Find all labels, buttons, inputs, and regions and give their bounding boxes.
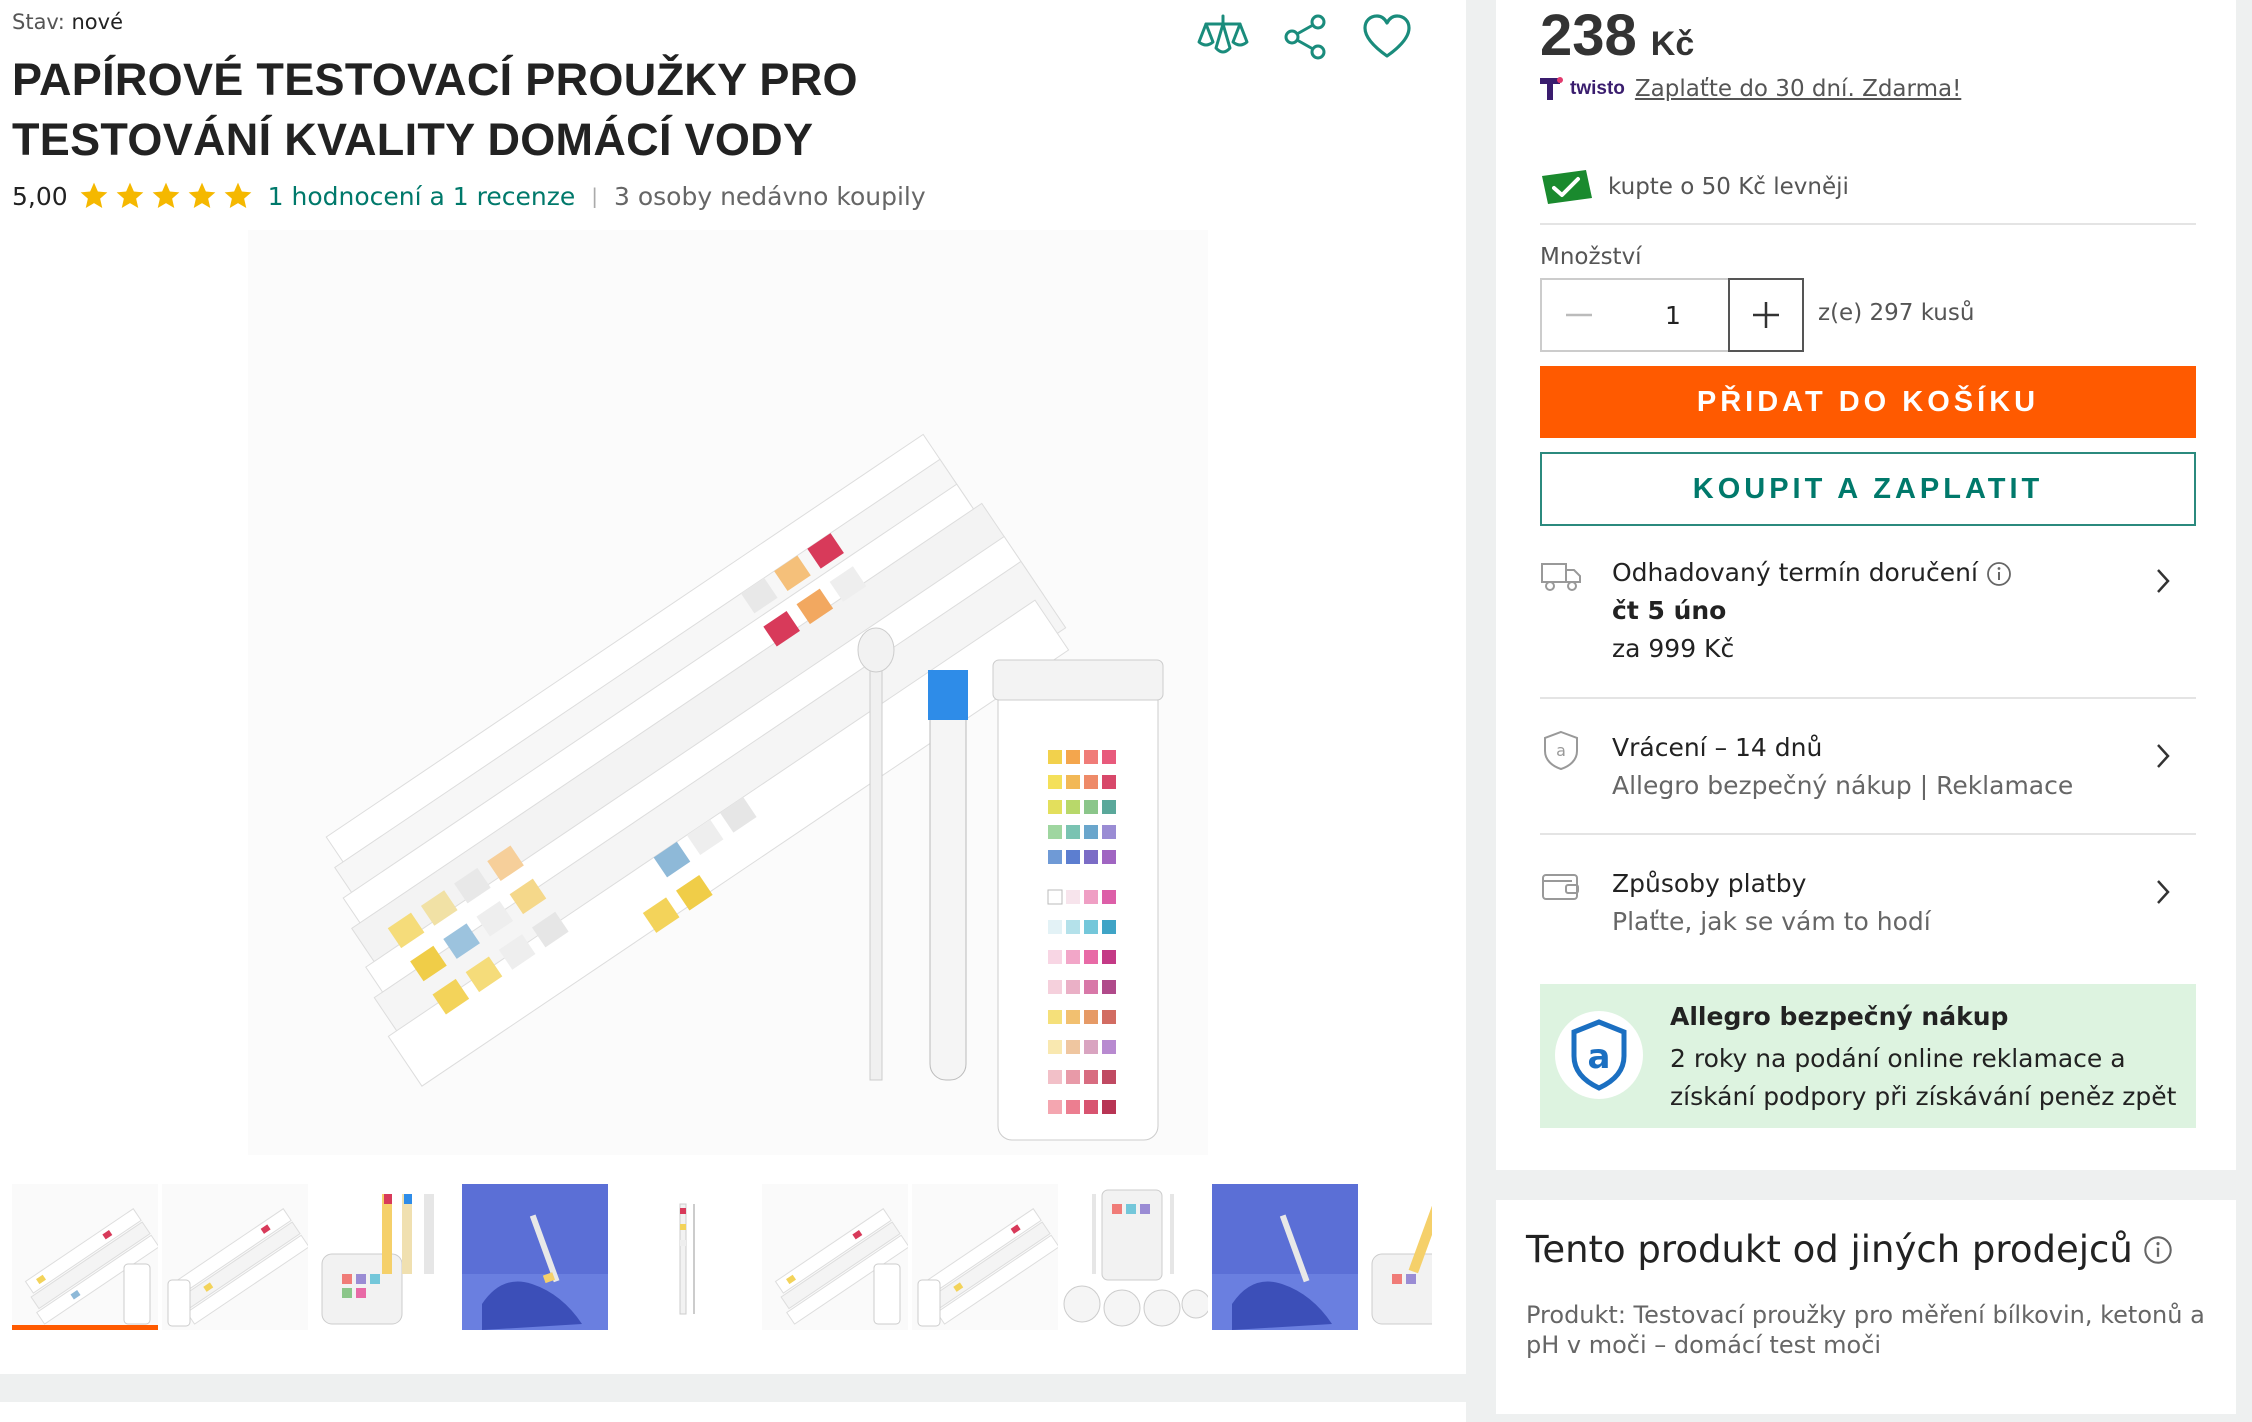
recent-buyers: 3 osoby nedávno koupily (614, 181, 926, 211)
thumbnail-10[interactable] (1362, 1184, 1432, 1330)
thumbnail-2[interactable] (162, 1184, 308, 1330)
quantity-label: Množství (1540, 244, 1642, 270)
returns-title: Vrácení – 14 dnů (1612, 733, 1823, 762)
quantity-decrease-button[interactable] (1542, 280, 1616, 350)
returns-subtitle: Allegro bezpečný nákup | Reklamace (1612, 771, 2074, 800)
divider (1540, 697, 2196, 699)
twisto-link[interactable]: Zaplaťte do 30 dní. Zdarma! (1635, 76, 1961, 102)
cheaper-text: kupte o 50 Kč levněji (1608, 174, 1849, 200)
twisto-logo-icon (1540, 77, 1563, 100)
minus-icon (1566, 313, 1592, 317)
price-currency: Kč (1650, 25, 1695, 63)
delivery-date: čt 5 úno (1612, 596, 1727, 625)
chevron-right-icon (2157, 880, 2170, 904)
left-bottom-panel (0, 1402, 1466, 1422)
main-product-image[interactable] (248, 230, 1208, 1155)
share-icon[interactable] (1278, 10, 1332, 64)
thumbnail-4[interactable] (462, 1184, 608, 1330)
rating-row: 5,00 1 hodnocení a 1 recenze | 3 osoby n… (12, 180, 926, 212)
star-icon (188, 182, 216, 208)
safe-purchase-text: 2 roky na podání online reklamace a získ… (1670, 1044, 2177, 1111)
payment-row[interactable]: Způsoby platby Plaťte, jak se vám to hod… (1540, 865, 2196, 965)
compare-icon[interactable] (1196, 10, 1250, 64)
thumbnail-1[interactable] (12, 1184, 158, 1330)
info-icon[interactable] (1986, 561, 2012, 587)
quantity-available: z(e) 297 kusů (1818, 300, 1975, 326)
svg-text:a: a (1588, 1037, 1611, 1077)
heart-icon[interactable] (1360, 10, 1414, 64)
truck-icon (1541, 563, 1581, 591)
star-icon (116, 182, 144, 208)
shield-a-icon: a (1544, 730, 1578, 771)
twisto-brand: twisto (1570, 78, 1625, 99)
product-state-value: nové (71, 10, 123, 34)
chevron-right-icon (2157, 744, 2170, 768)
thumbnail-5[interactable] (612, 1184, 758, 1330)
reviews-link[interactable]: 1 hodnocení a 1 recenze (268, 182, 576, 211)
allegro-shield-icon: a (1555, 1011, 1643, 1099)
product-state: Stav: nové (12, 10, 123, 34)
quantity-stepper: 1 (1540, 278, 1804, 352)
thumbnail-8[interactable] (1062, 1184, 1208, 1330)
price: 238 Kč (1540, 2, 1694, 69)
product-title: PAPÍROVÉ TESTOVACÍ PROUŽKY PRO TESTOVÁNÍ… (12, 54, 858, 165)
quantity-increase-button[interactable] (1728, 278, 1804, 352)
product-actions (1196, 10, 1414, 64)
thumbnail-3[interactable] (312, 1184, 458, 1330)
thumbnail-strip (12, 1184, 1432, 1330)
buy-now-button[interactable]: KOUPIT A ZAPLATIT (1540, 452, 2196, 526)
payment-subtitle: Plaťte, jak se vám to hodí (1612, 907, 1931, 936)
ticket-check-icon (1542, 170, 1592, 204)
plus-icon (1753, 302, 1779, 328)
returns-row[interactable]: a Vrácení – 14 dnů Allegro bezpečný náku… (1540, 729, 2196, 839)
price-amount: 238 (1540, 3, 1637, 68)
rating-stars (78, 180, 254, 212)
thumbnail-6[interactable] (762, 1184, 908, 1330)
payment-title: Způsoby platby (1612, 869, 1807, 898)
thumbnail-7[interactable] (912, 1184, 1058, 1330)
other-sellers-product: Produkt: Testovací proužky pro měření bí… (1526, 1301, 2205, 1359)
star-icon (80, 182, 108, 208)
star-icon (152, 182, 180, 208)
thumbnail-9[interactable] (1212, 1184, 1358, 1330)
twisto-row: twisto Zaplaťte do 30 dní. Zdarma! (1538, 76, 1961, 102)
safe-purchase-box: a Allegro bezpečný nákup 2 roky na podán… (1540, 984, 2196, 1128)
wallet-icon (1542, 874, 1579, 900)
divider (1540, 223, 2196, 225)
info-icon[interactable] (2143, 1235, 2173, 1265)
delivery-price: za 999 Kč (1612, 634, 1735, 663)
add-to-cart-button[interactable]: PŘIDAT DO KOŠÍKU (1540, 366, 2196, 438)
divider (1540, 833, 2196, 835)
cheaper-offer[interactable]: kupte o 50 Kč levněji (1540, 168, 1849, 206)
svg-text:a: a (1556, 741, 1566, 760)
other-sellers-title: Tento produkt od jiných prodejců (1526, 1228, 2173, 1271)
delivery-row[interactable]: Odhadovaný termín doručení čt 5 úno za 9… (1540, 554, 2196, 694)
delivery-title: Odhadovaný termín doručení (1612, 558, 1978, 587)
quantity-input[interactable]: 1 (1616, 280, 1730, 350)
rating-score: 5,00 (12, 181, 68, 211)
chevron-right-icon (2157, 569, 2170, 593)
separator: | (591, 184, 598, 208)
safe-purchase-title: Allegro bezpečný nákup (1670, 1002, 2009, 1031)
star-icon (224, 182, 252, 208)
